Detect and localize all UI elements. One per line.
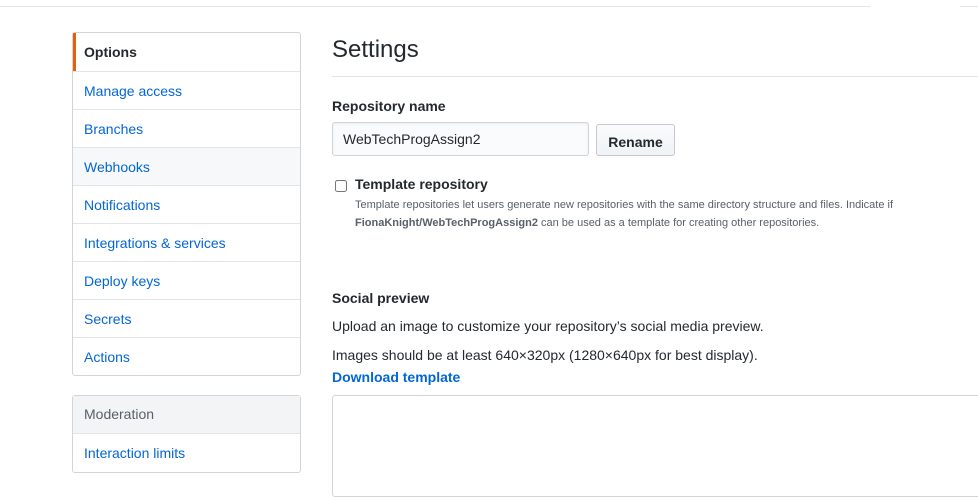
social-preview-requirements: Images should be at least 640×320px (128… xyxy=(332,347,758,363)
sidebar-item-interaction-limits[interactable]: Interaction limits xyxy=(73,434,300,472)
moderation-heading: Moderation xyxy=(73,396,300,434)
social-preview-description: Upload an image to customize your reposi… xyxy=(332,318,764,334)
template-note-repo: FionaKnight/WebTechProgAssign2 xyxy=(355,217,538,229)
rename-button[interactable]: Rename xyxy=(596,124,675,156)
moderation-menu: Moderation Interaction limits xyxy=(72,395,301,473)
sidebar-item-secrets[interactable]: Secrets xyxy=(73,299,300,337)
sidebar-item-notifications[interactable]: Notifications xyxy=(73,185,300,223)
template-repository-checkbox[interactable] xyxy=(335,180,347,192)
sidebar-item-webhooks[interactable]: Webhooks xyxy=(73,147,300,185)
sidebar-item-manage-access[interactable]: Manage access xyxy=(73,71,300,109)
page-title: Settings xyxy=(332,36,419,63)
sidebar-item-branches[interactable]: Branches xyxy=(73,109,300,147)
template-repository-label[interactable]: Template repository xyxy=(355,176,488,192)
repository-name-input[interactable] xyxy=(332,122,589,156)
template-note-prefix: Template repositories let users generate… xyxy=(355,199,894,211)
sidebar-item-integrations[interactable]: Integrations & services xyxy=(73,223,300,261)
social-preview-image-box[interactable] xyxy=(332,395,978,497)
settings-menu: Options Manage access Branches Webhooks … xyxy=(72,32,301,376)
title-divider xyxy=(332,76,978,77)
repository-name-label: Repository name xyxy=(332,98,446,114)
download-template-link[interactable]: Download template xyxy=(332,369,460,385)
sidebar-item-deploy-keys[interactable]: Deploy keys xyxy=(73,261,300,299)
sidebar-item-actions[interactable]: Actions xyxy=(73,337,300,375)
sidebar-item-options[interactable]: Options xyxy=(73,33,300,71)
template-repository-note: Template repositories let users generate… xyxy=(355,196,965,232)
top-divider xyxy=(0,6,870,7)
template-note-suffix: can be used as a template for creating o… xyxy=(537,217,820,229)
social-preview-label: Social preview xyxy=(332,290,430,306)
top-divider-right xyxy=(960,6,978,7)
